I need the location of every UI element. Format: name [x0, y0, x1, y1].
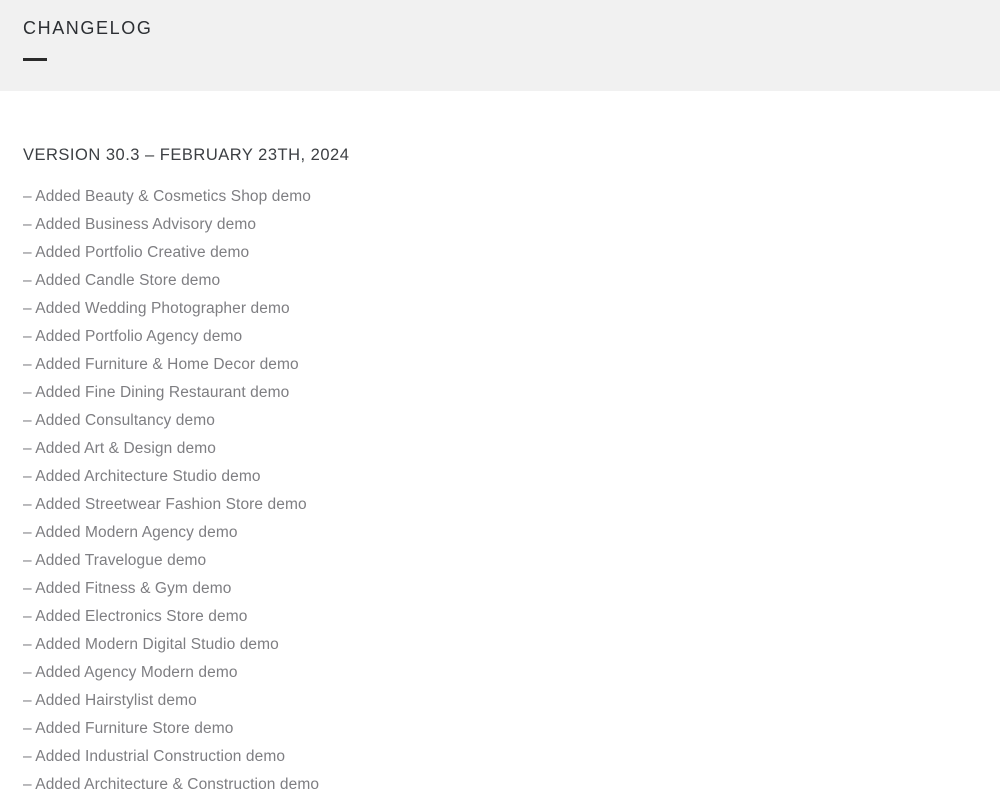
list-item: – Added Wedding Photographer demo — [23, 300, 290, 317]
list-item: – Added Hairstylist demo — [23, 692, 197, 709]
page-header-inner: CHANGELOG — [0, 0, 1000, 61]
page-title: CHANGELOG — [23, 18, 153, 38]
list-item: – Added Architecture Studio demo — [23, 468, 261, 485]
list-item: – Added Fitness & Gym demo — [23, 580, 232, 597]
changelog-content: VERSION 30.3 – FEBRUARY 23TH, 2024 – Add… — [0, 91, 1000, 800]
changelog-page: CHANGELOG VERSION 30.3 – FEBRUARY 23TH, … — [0, 0, 1000, 800]
change-list: – Added Beauty & Cosmetics Shop demo – Ad… — [23, 183, 1000, 800]
release-section: VERSION 30.3 – FEBRUARY 23TH, 2024 – Add… — [23, 145, 1000, 800]
list-item: – Added Business Advisory demo — [23, 216, 257, 233]
list-item: – Added Art & Design demo — [23, 440, 216, 457]
release-version-heading: VERSION 30.3 – FEBRUARY 23TH, 2024 — [23, 146, 350, 164]
list-item: – Added Portfolio Creative demo — [23, 244, 250, 261]
list-item: – Added Modern Digital Studio demo — [23, 636, 279, 653]
page-header: CHANGELOG — [0, 0, 1000, 91]
list-item: – Added Fine Dining Restaurant demo — [23, 384, 290, 401]
list-item: – Added Streetwear Fashion Store demo — [23, 496, 307, 513]
list-item: – Added Portfolio Agency demo — [23, 328, 243, 345]
list-item: – Added Architecture & Construction demo — [23, 776, 320, 793]
list-item: – Added Furniture & Home Decor demo — [23, 356, 299, 373]
list-item: – Added Beauty & Cosmetics Shop demo — [23, 188, 311, 205]
list-item: – Added Furniture Store demo — [23, 720, 234, 737]
list-item: – Added Modern Agency demo — [23, 524, 238, 541]
list-item: – Added Agency Modern demo — [23, 664, 238, 681]
list-item: – Added Electronics Store demo — [23, 608, 248, 625]
title-underline-rule — [23, 58, 47, 61]
list-item: – Added Travelogue demo — [23, 552, 207, 569]
list-item: – Added Candle Store demo — [23, 272, 221, 289]
list-item: – Added Consultancy demo — [23, 412, 215, 429]
list-item: – Added Industrial Construction demo — [23, 748, 286, 765]
